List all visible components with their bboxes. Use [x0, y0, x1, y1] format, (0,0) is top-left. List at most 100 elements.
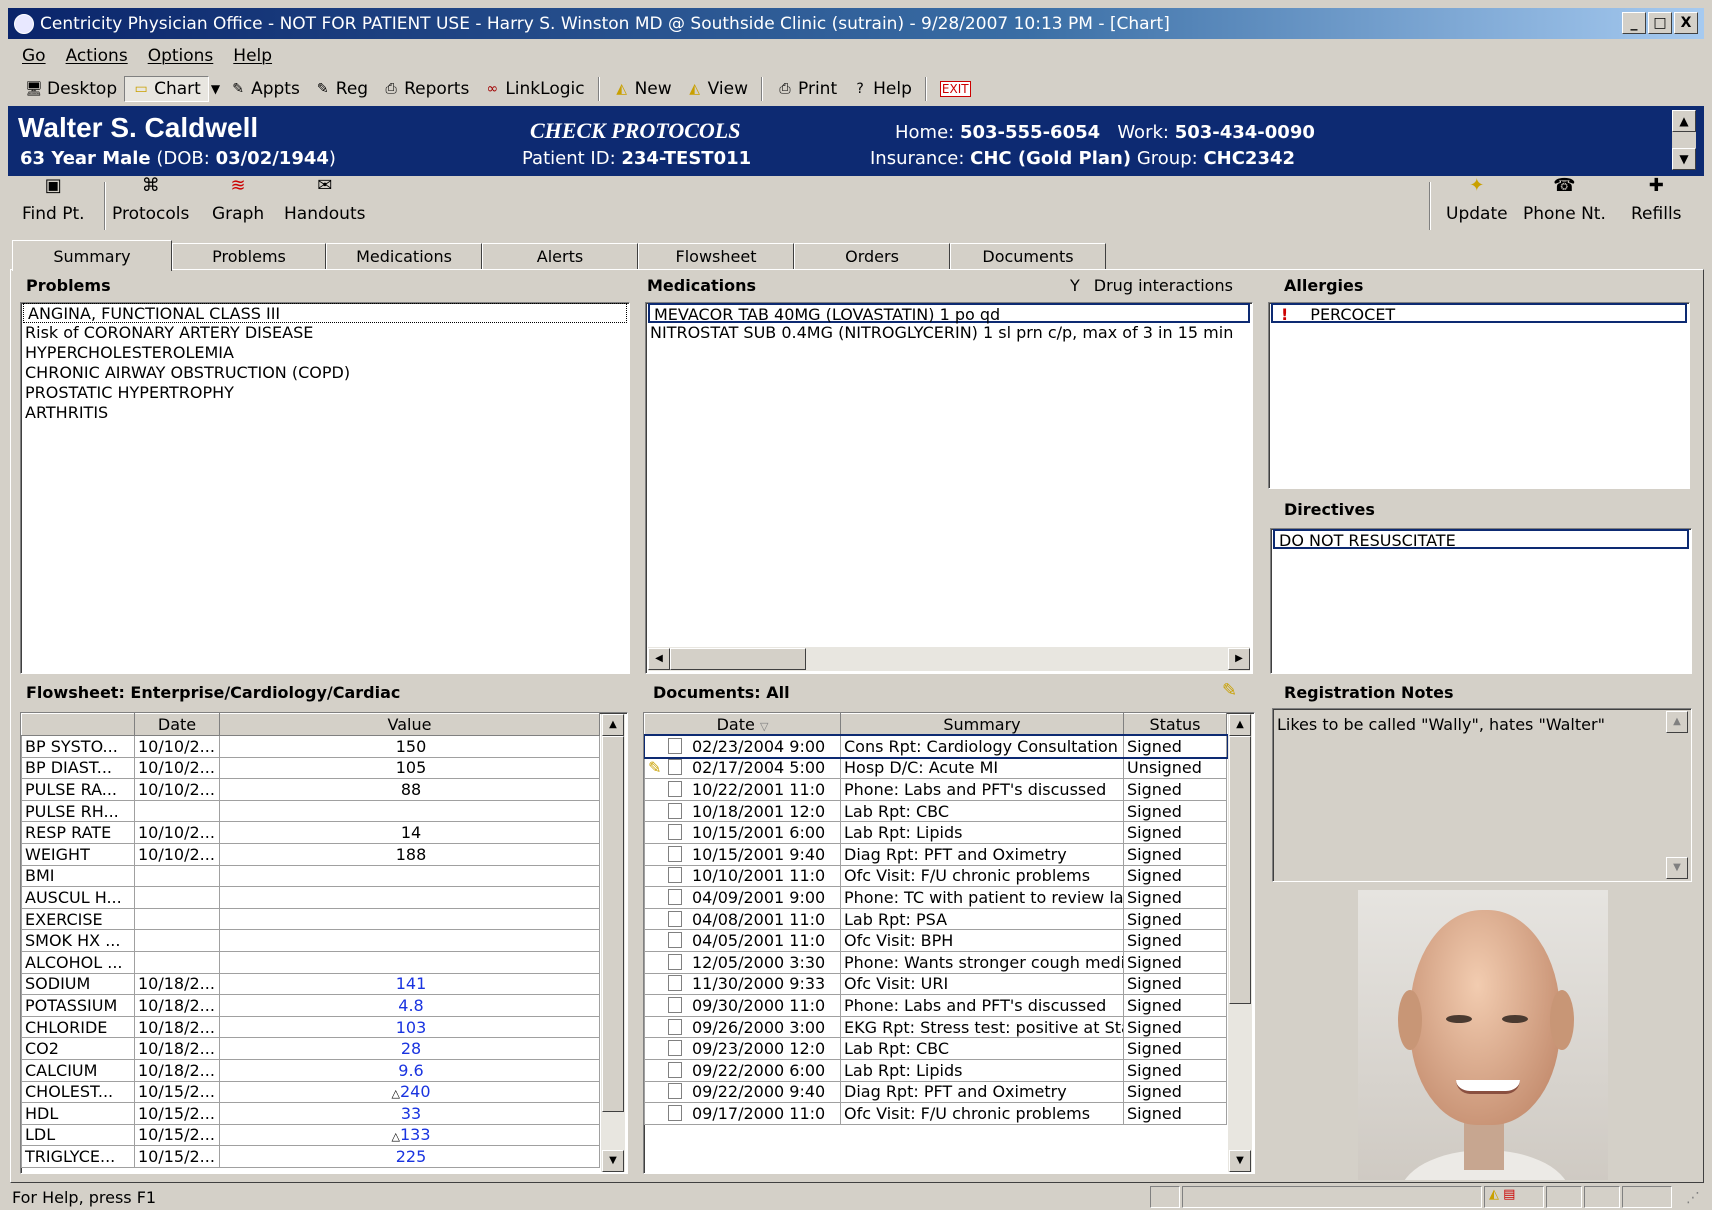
pencil-icon[interactable]: ✎ — [1222, 680, 1237, 701]
problems-list[interactable]: ANGINA, FUNCTIONAL CLASS III Risk of COR… — [20, 302, 630, 674]
table-row[interactable]: 04/05/2001 11:0 Ofc Visit: BPH Signed — [644, 929, 1227, 952]
tab-orders[interactable]: Orders — [794, 243, 950, 270]
graph-button[interactable]: ≋ Graph — [212, 177, 264, 225]
table-row[interactable]: 10/18/2001 12:0 Lab Rpt: CBC Signed — [644, 799, 1227, 823]
close-button[interactable]: X — [1674, 12, 1698, 34]
table-row[interactable]: ✎ 02/17/2004 5:00 Hosp D/C: Acute MI Unsign… — [644, 756, 1227, 780]
window-title-bar[interactable]: Centricity Physician Office - NOT FOR PA… — [8, 8, 1704, 39]
scroll-left-icon[interactable]: ◀ — [648, 648, 670, 670]
table-row[interactable]: 09/22/2000 9:40 Diag Rpt: PFT and Oximetr… — [644, 1080, 1227, 1104]
tab-summary[interactable]: Summary — [12, 240, 172, 271]
table-row[interactable]: BMI — [21, 864, 600, 888]
menu-options[interactable]: Options — [148, 46, 214, 66]
problem-item[interactable]: HYPERCHOLESTEROLEMIA — [21, 343, 629, 363]
table-row[interactable]: EXERCISE — [21, 907, 600, 931]
phone-note-button[interactable]: ☎ Phone Nt. — [1523, 177, 1606, 225]
scroll-up-icon[interactable]: ▲ — [1672, 110, 1696, 132]
table-row[interactable]: SODIUM 10/18/2... 141 — [21, 972, 600, 996]
drug-interactions-link[interactable]: Y Drug interactions — [1070, 276, 1233, 295]
flowsheet-col-value[interactable]: Value — [219, 713, 600, 736]
problem-item[interactable]: Risk of CORONARY ARTERY DISEASE — [21, 323, 629, 343]
documents-grid[interactable]: Date ▽ Summary Status 02/23/2004 9:00 Con… — [643, 712, 1255, 1174]
documents-col-date[interactable]: Date ▽ — [644, 713, 841, 736]
table-row[interactable]: 11/30/2000 9:33 Ofc Visit: URI Signed — [644, 972, 1227, 996]
tab-problems[interactable]: Problems — [172, 243, 326, 270]
scroll-up-icon[interactable]: ▲ — [1666, 711, 1688, 733]
minimize-button[interactable]: _ — [1622, 12, 1646, 34]
table-row[interactable]: 10/15/2001 9:40 Diag Rpt: PFT and Oximetr… — [644, 842, 1227, 866]
scroll-thumb[interactable] — [602, 736, 624, 1112]
scroll-down-icon[interactable]: ▼ — [1666, 857, 1688, 879]
problem-item[interactable]: ARTHRITIS — [21, 403, 629, 423]
table-row[interactable]: CHOLEST... 10/15/2... △240 — [21, 1080, 600, 1104]
tab-documents[interactable]: Documents — [950, 243, 1106, 270]
table-row[interactable]: 04/09/2001 9:00 Phone: TC with patient to… — [644, 886, 1227, 909]
documents-vscrollbar[interactable]: ▲ ▼ — [1228, 714, 1252, 1172]
exit-button[interactable]: EXIT — [933, 79, 978, 99]
new-button[interactable]: ◭ New — [606, 77, 679, 101]
table-row[interactable]: BP SYSTO... 10/10/2... 150 — [21, 735, 600, 758]
table-row[interactable]: BP DIAST... 10/10/2... 105 — [21, 756, 600, 780]
view-button[interactable]: ◭ View — [679, 77, 755, 101]
desktop-button[interactable]: 🖥 Desktop — [18, 77, 124, 101]
handouts-button[interactable]: ✉ Handouts — [284, 177, 365, 225]
problem-item[interactable]: CHRONIC AIRWAY OBSTRUCTION (COPD) — [21, 363, 629, 383]
table-row[interactable]: 02/23/2004 9:00 Cons Rpt: Cardiology Cons… — [644, 733, 1229, 760]
table-row[interactable]: WEIGHT 10/10/2... 188 — [21, 842, 600, 866]
print-button[interactable]: ⎙ Print — [769, 77, 844, 101]
documents-col-status[interactable]: Status — [1123, 713, 1227, 736]
menu-go[interactable]: Go — [22, 46, 46, 66]
table-row[interactable]: LDL 10/15/2... △133 — [21, 1123, 600, 1147]
medication-item[interactable]: MEVACOR TAB 40MG (LOVASTATIN) 1 po qd — [648, 303, 1250, 324]
maximize-button[interactable]: □ — [1648, 12, 1672, 34]
flowsheet-col-name[interactable] — [21, 713, 135, 736]
table-row[interactable]: 09/22/2000 6:00 Lab Rpt: Lipids Signed — [644, 1058, 1227, 1082]
flowsheet-col-date[interactable]: Date — [134, 713, 220, 736]
chart-dropdown-button[interactable]: ▼ — [209, 80, 222, 98]
table-row[interactable]: RESP RATE 10/10/2... 14 — [21, 821, 600, 844]
scroll-thumb[interactable] — [670, 648, 806, 670]
table-row[interactable]: 09/26/2000 3:00 EKG Rpt: Stress test: pos… — [644, 1015, 1227, 1039]
table-row[interactable]: HDL 10/15/2... 33 — [21, 1102, 600, 1125]
table-row[interactable]: SMOK HX ... — [21, 929, 600, 952]
tab-flowsheet[interactable]: Flowsheet — [638, 243, 794, 270]
linklogic-button[interactable]: ∞ LinkLogic — [476, 77, 591, 101]
tab-medications[interactable]: Medications — [326, 243, 482, 270]
scroll-down-icon[interactable]: ▼ — [602, 1150, 624, 1172]
medication-item[interactable]: NITROSTAT SUB 0.4MG (NITROGLYCERIN) 1 sl… — [646, 323, 1252, 343]
table-row[interactable]: 09/23/2000 12:0 Lab Rpt: CBC Signed — [644, 1037, 1227, 1060]
scroll-down-icon[interactable]: ▼ — [1672, 148, 1696, 170]
table-row[interactable]: ALCOHOL ... — [21, 950, 600, 974]
protocols-button[interactable]: ⌘ Protocols — [112, 177, 189, 225]
resize-grip-icon[interactable]: ⋰ — [1686, 1190, 1700, 1206]
scroll-thumb[interactable] — [1229, 736, 1251, 1004]
table-row[interactable]: 04/08/2001 11:0 Lab Rpt: PSA Signed — [644, 907, 1227, 931]
update-button[interactable]: ✦ Update — [1446, 177, 1508, 225]
table-row[interactable]: 09/30/2000 11:0 Phone: Labs and PFT's dis… — [644, 994, 1227, 1017]
find-patient-button[interactable]: ▣ Find Pt. — [22, 177, 85, 225]
banner-scrollbar[interactable]: ▲ ▼ — [1672, 110, 1696, 170]
medications-list[interactable]: MEVACOR TAB 40MG (LOVASTATIN) 1 po qd NI… — [645, 302, 1253, 674]
appts-button[interactable]: ✎ Appts — [222, 77, 307, 101]
menu-help[interactable]: Help — [233, 46, 272, 66]
directive-item[interactable]: DO NOT RESUSCITATE — [1273, 529, 1689, 550]
scroll-up-icon[interactable]: ▲ — [602, 714, 624, 736]
table-row[interactable]: CALCIUM 10/18/2... 9.6 — [21, 1058, 600, 1082]
scroll-right-icon[interactable]: ▶ — [1228, 648, 1250, 670]
medications-hscrollbar[interactable]: ◀ ▶ — [648, 647, 1250, 671]
scroll-down-icon[interactable]: ▼ — [1229, 1150, 1251, 1172]
documents-col-summary[interactable]: Summary — [840, 713, 1124, 736]
table-row[interactable]: PULSE RH... — [21, 799, 600, 823]
flowsheet-grid[interactable]: Date Value BP SYSTO... 10/10/2... 150 BP DI… — [20, 712, 628, 1174]
table-row[interactable]: 10/15/2001 6:00 Lab Rpt: Lipids Signed — [644, 821, 1227, 844]
allergy-item[interactable]: ! PERCOCET — [1271, 303, 1687, 324]
table-row[interactable]: CO2 10/18/2... 28 — [21, 1037, 600, 1060]
menu-actions[interactable]: Actions — [66, 46, 128, 66]
reg-button[interactable]: ✎ Reg — [307, 77, 375, 101]
chart-button[interactable]: ▭ Chart — [124, 75, 209, 102]
registration-notes-box[interactable]: Likes to be called "Wally", hates "Walte… — [1272, 708, 1692, 882]
table-row[interactable]: 09/17/2000 11:0 Ofc Visit: F/U chronic pr… — [644, 1102, 1227, 1125]
reports-button[interactable]: ⎙ Reports — [375, 77, 476, 101]
scroll-up-icon[interactable]: ▲ — [1229, 714, 1251, 736]
tab-alerts[interactable]: Alerts — [482, 243, 638, 270]
